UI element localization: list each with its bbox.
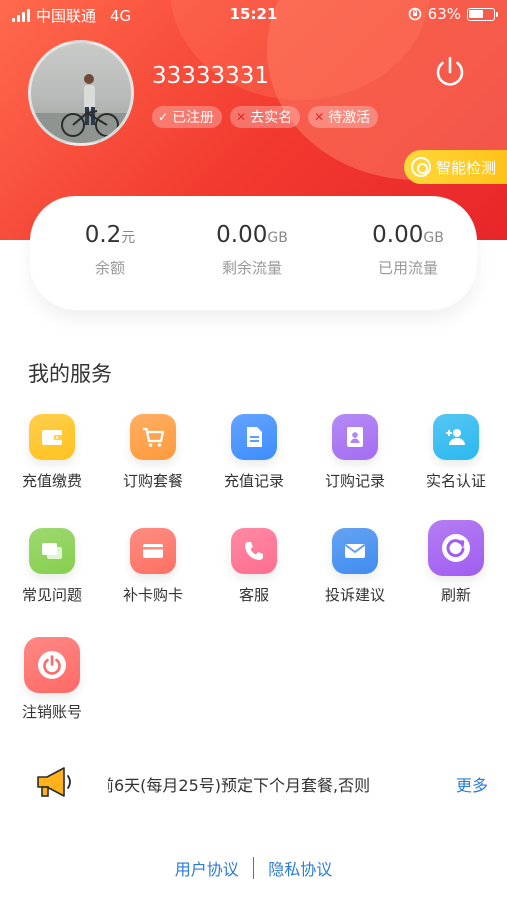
balance-value: 0.2 xyxy=(84,222,122,248)
service-icon-tile xyxy=(130,414,176,460)
card-icon xyxy=(143,544,163,558)
phone-icon xyxy=(245,542,263,560)
target-icon xyxy=(411,157,431,177)
battery-level xyxy=(469,9,483,18)
tag-label: 去实名 xyxy=(250,110,293,126)
service-label: 订购套餐 xyxy=(122,472,183,490)
used-data-label: 已用流量 xyxy=(377,259,438,277)
avatar[interactable] xyxy=(28,40,134,146)
service-label: 客服 xyxy=(238,586,269,604)
service-label: 订购记录 xyxy=(324,472,385,490)
divider xyxy=(252,857,255,879)
service-label: 常见问题 xyxy=(21,586,82,604)
announcement-ticker[interactable]: 提前6天(每月25号)预定下个月套餐,否则 xyxy=(108,768,428,794)
recharge-button[interactable]: 充值缴费 xyxy=(6,414,98,491)
chat-bubbles-icon xyxy=(42,543,62,559)
refresh-button[interactable]: 刷新 xyxy=(410,520,502,605)
used-data-value: 0.00 xyxy=(372,222,424,248)
sim-card-button[interactable]: 补卡购卡 xyxy=(107,528,199,605)
service-label: 实名认证 xyxy=(425,472,486,490)
service-icon-tile xyxy=(332,528,378,574)
footer-links: 用户协议 隐私协议 xyxy=(0,856,507,880)
service-label: 刷新 xyxy=(440,586,471,604)
service-icon-tile xyxy=(231,414,277,460)
battery-percent: 63% xyxy=(427,5,461,23)
logout-power-button[interactable] xyxy=(430,52,470,92)
service-icon-tile xyxy=(428,520,484,576)
used-data-stat[interactable]: 0.00GB 已用流量 xyxy=(348,222,468,278)
registered-tag: ✓ 已注册 xyxy=(152,106,223,128)
add-user-icon xyxy=(446,429,465,445)
remaining-data-unit: GB xyxy=(267,230,288,246)
close-icon: ✕ xyxy=(314,110,325,124)
orientation-lock-icon xyxy=(408,7,421,21)
check-icon: ✓ xyxy=(158,110,169,124)
service-label: 充值记录 xyxy=(223,472,284,490)
customer-service-button[interactable]: 客服 xyxy=(208,528,300,605)
user-agreement-link[interactable]: 用户协议 xyxy=(175,856,239,880)
mail-icon xyxy=(344,544,366,558)
service-icon-tile xyxy=(29,528,75,574)
remaining-data-stat[interactable]: 0.00GB 剩余流量 xyxy=(192,222,312,278)
balance-stat[interactable]: 0.2元 余额 xyxy=(60,222,160,278)
service-label: 充值缴费 xyxy=(21,472,82,490)
battery-icon xyxy=(467,7,498,21)
activation-tag: ✕ 待激活 xyxy=(308,106,379,128)
verify-name-tag[interactable]: ✕ 去实名 xyxy=(230,106,301,128)
services-title: 我的服务 xyxy=(28,362,112,386)
service-label: 补卡购卡 xyxy=(122,586,183,604)
remaining-data-value: 0.00 xyxy=(216,222,268,248)
service-label: 注销账号 xyxy=(21,703,82,721)
announcement-text: 提前6天(每月25号)预定下个月套餐,否则 xyxy=(108,776,371,794)
service-icon-tile xyxy=(433,414,479,460)
used-data-unit: GB xyxy=(423,230,444,246)
remaining-data-label: 剩余流量 xyxy=(221,259,282,277)
cart-icon xyxy=(143,427,165,447)
tag-label: 待激活 xyxy=(328,110,371,126)
close-icon: ✕ xyxy=(236,110,247,124)
order-package-button[interactable]: 订购套餐 xyxy=(107,414,199,491)
service-icon-tile xyxy=(332,414,378,460)
privacy-link[interactable]: 隐私协议 xyxy=(268,856,332,880)
phone-number: 33333331 xyxy=(152,63,270,89)
service-icon-tile xyxy=(130,528,176,574)
status-bar: 中国联通 4G 15:21 63% xyxy=(0,0,507,30)
service-icon-tile xyxy=(29,414,75,460)
status-tags: ✓ 已注册 ✕ 去实名 ✕ 待激活 xyxy=(152,106,379,128)
order-history-button[interactable]: 订购记录 xyxy=(309,414,401,491)
faq-button[interactable]: 常见问题 xyxy=(6,528,98,605)
service-label: 投诉建议 xyxy=(324,586,385,604)
cancel-account-button[interactable]: 注销账号 xyxy=(6,637,98,722)
power-icon xyxy=(38,651,66,679)
megaphone-icon xyxy=(37,767,71,797)
smart-detect-button[interactable]: 智能检测 xyxy=(404,150,507,184)
service-icon-tile xyxy=(24,637,80,693)
service-icon-tile xyxy=(231,528,277,574)
balance-label: 余额 xyxy=(94,259,125,277)
more-link[interactable]: 更多 xyxy=(456,772,488,796)
smart-detect-label: 智能检测 xyxy=(436,158,497,177)
contacts-book-icon xyxy=(347,427,363,447)
refresh-icon xyxy=(442,534,470,562)
balance-unit: 元 xyxy=(121,230,136,246)
tag-label: 已注册 xyxy=(172,110,215,126)
real-name-verify-button[interactable]: 实名认证 xyxy=(410,414,502,491)
complaint-button[interactable]: 投诉建议 xyxy=(309,528,401,605)
document-icon xyxy=(247,427,262,447)
wallet-icon xyxy=(42,430,62,445)
recharge-history-button[interactable]: 充值记录 xyxy=(208,414,300,491)
announcement-bar: 提前6天(每月25号)预定下个月套餐,否则 更多 xyxy=(0,752,507,812)
account-stats-card: 0.2元 余额 0.00GB 剩余流量 0.00GB 已用流量 xyxy=(30,198,477,310)
